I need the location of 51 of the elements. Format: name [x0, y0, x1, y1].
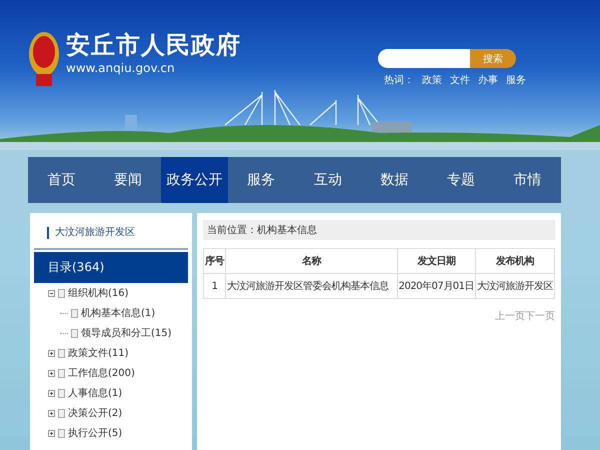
- hot-word-link[interactable]: 服务: [506, 73, 526, 87]
- search-field[interactable]: [378, 49, 470, 68]
- tree-item[interactable]: 决策公开(2): [68, 406, 122, 420]
- nav-tab[interactable]: 专题: [428, 157, 494, 203]
- table-cell: 2020年07月01日: [397, 274, 476, 298]
- tree-item[interactable]: 组织机构(16): [68, 286, 129, 300]
- table-cell: 1: [204, 274, 226, 298]
- document-icon: [71, 328, 78, 338]
- emblem-icon: [28, 30, 60, 88]
- table-cell: 大汶河旅游开发区: [476, 274, 554, 298]
- hot-word-link[interactable]: 政策: [422, 73, 442, 87]
- nav-tab[interactable]: 服务: [228, 157, 294, 203]
- column-header: 名称: [226, 248, 398, 274]
- document-icon: [58, 408, 65, 418]
- document-icon: [58, 428, 65, 438]
- hot-word-link[interactable]: 办事: [478, 73, 498, 87]
- column-header: 序号: [204, 248, 226, 274]
- hot-word-link[interactable]: 文件: [450, 73, 470, 87]
- document-icon: [71, 308, 78, 318]
- tree-item[interactable]: 执行公开(5): [68, 426, 122, 440]
- nav-tab[interactable]: 市情: [494, 157, 561, 203]
- expand-icon[interactable]: [48, 410, 55, 416]
- tree-item[interactable]: 人事信息(1): [68, 386, 122, 400]
- document-icon: [58, 388, 65, 398]
- nav-tab[interactable]: 互动: [294, 157, 362, 203]
- tree-item[interactable]: 工作信息(200): [68, 366, 135, 380]
- expand-icon[interactable]: [48, 370, 55, 376]
- expand-icon[interactable]: [48, 390, 55, 396]
- collapse-icon[interactable]: [48, 290, 55, 296]
- breadcrumb-current: 机构基本信息: [257, 224, 317, 237]
- nav-tab[interactable]: 政务公开: [161, 157, 228, 203]
- site-url: www.anqiu.gov.cn: [66, 60, 176, 76]
- nav-tab[interactable]: 数据: [361, 157, 428, 203]
- tree-item[interactable]: 政策文件(11): [68, 346, 129, 360]
- expand-icon[interactable]: [48, 350, 55, 356]
- table-cell[interactable]: 大汶河旅游开发区管委会机构基本信息: [226, 274, 398, 298]
- nav-tab[interactable]: 首页: [28, 157, 95, 203]
- expand-icon[interactable]: [48, 430, 55, 436]
- column-header: 发布机构: [476, 248, 554, 274]
- catalog-header: 目录(364): [34, 252, 188, 283]
- breadcrumb-label: 当前位置：: [207, 224, 257, 237]
- document-icon: [58, 288, 65, 298]
- sidebar-title: 大汶河旅游开发区: [47, 227, 135, 239]
- nav-tab[interactable]: 要闻: [94, 157, 162, 203]
- column-header: 发文日期: [397, 248, 476, 274]
- site-title: 安丘市人民政府: [66, 30, 241, 60]
- document-icon: [58, 368, 65, 378]
- tree-item[interactable]: 领导成员和分工(15): [81, 326, 172, 340]
- tree-item[interactable]: 机构基本信息(1): [81, 306, 156, 320]
- hot-words-label: 热词：: [384, 74, 414, 87]
- document-icon: [58, 348, 65, 358]
